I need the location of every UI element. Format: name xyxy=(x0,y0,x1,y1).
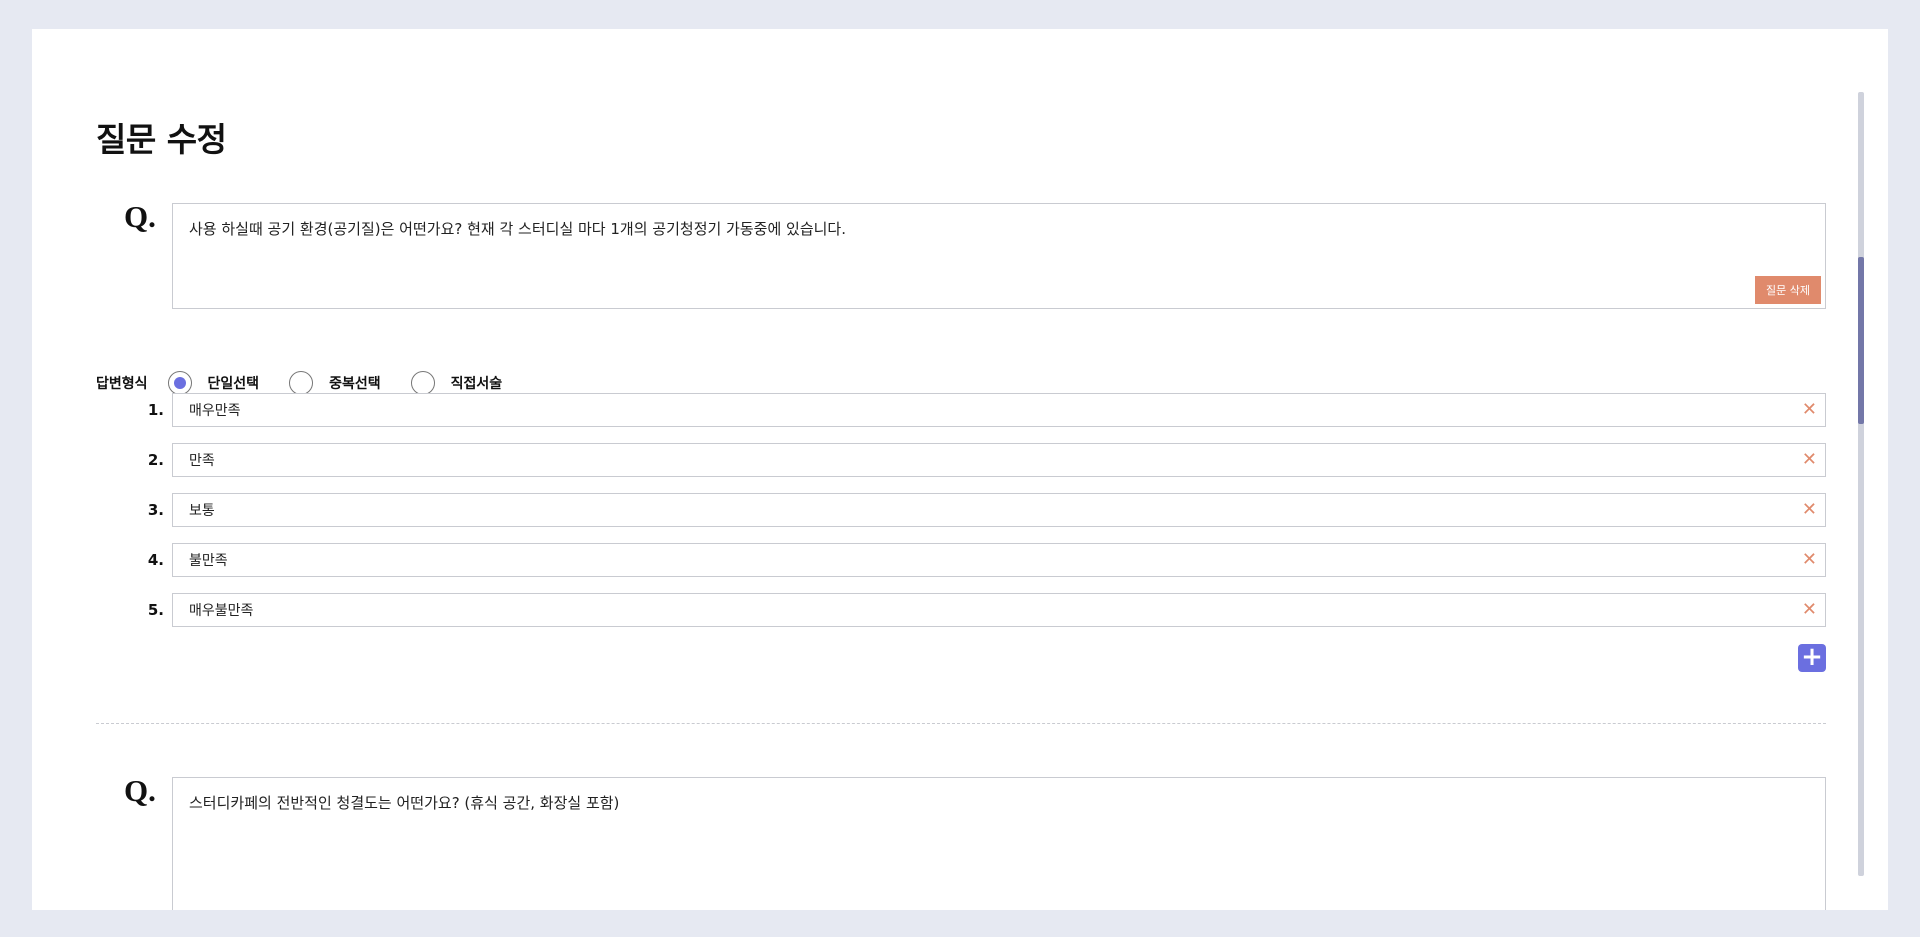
question-mark: Q. xyxy=(124,199,156,234)
option-row: 1. 매우만족 ✕ xyxy=(132,393,1826,427)
radio-multiple-choice[interactable]: 중복선택 xyxy=(289,371,381,395)
option-value: 만족 xyxy=(189,453,215,469)
option-value: 불만족 xyxy=(189,553,228,569)
option-row: 3. 보통 ✕ xyxy=(132,493,1826,527)
radio-single-choice-circle[interactable] xyxy=(167,371,192,395)
radio-single-choice[interactable]: 단일선택 xyxy=(167,371,260,395)
option-input[interactable]: 만족 ✕ xyxy=(172,443,1826,477)
answer-type-label: 답변형식 xyxy=(96,376,148,392)
remove-option-icon[interactable]: ✕ xyxy=(1802,450,1817,470)
radio-single-choice-label: 단일선택 xyxy=(207,376,260,392)
option-number: 2. xyxy=(147,451,164,469)
option-number: 5. xyxy=(147,601,164,619)
delete-question-button[interactable]: 질문 삭제 xyxy=(1755,276,1821,304)
option-input[interactable]: 매우불만족 ✕ xyxy=(172,593,1826,627)
option-input[interactable]: 보통 ✕ xyxy=(172,493,1826,527)
add-option-button[interactable]: + xyxy=(1798,644,1826,672)
option-number: 1. xyxy=(147,401,164,419)
option-value: 보통 xyxy=(189,503,215,519)
scrollbar-thumb[interactable] xyxy=(1858,257,1864,424)
option-number: 3. xyxy=(147,501,164,519)
radio-free-text-circle[interactable] xyxy=(410,371,435,395)
option-value: 매우만족 xyxy=(189,403,241,419)
question-divider xyxy=(96,723,1826,724)
radio-free-text[interactable]: 직접서술 xyxy=(410,371,503,395)
question-text: 사용 하실때 공기 환경(공기질)은 어떤가요? 현재 각 스터디실 마다 1개… xyxy=(189,220,846,238)
edit-question-panel: 질문 수정 Q. 사용 하실때 공기 환경(공기질)은 어떤가요? 현재 각 스… xyxy=(32,29,1888,910)
remove-option-icon[interactable]: ✕ xyxy=(1802,600,1817,620)
question-mark: Q. xyxy=(124,773,156,808)
scrollbar[interactable] xyxy=(1858,92,1864,876)
question-text-field[interactable]: 사용 하실때 공기 환경(공기질)은 어떤가요? 현재 각 스터디실 마다 1개… xyxy=(172,203,1826,309)
option-number: 4. xyxy=(147,551,164,569)
radio-multiple-choice-circle[interactable] xyxy=(289,371,314,395)
question-text-field[interactable]: 스터디카페의 전반적인 청결도는 어떤가요? (휴식 공간, 화장실 포함) xyxy=(172,777,1826,910)
option-value: 매우불만족 xyxy=(189,603,254,619)
question-text: 스터디카페의 전반적인 청결도는 어떤가요? (휴식 공간, 화장실 포함) xyxy=(189,794,620,812)
radio-multiple-choice-label: 중복선택 xyxy=(329,376,381,392)
option-row: 4. 불만족 ✕ xyxy=(132,543,1826,577)
option-row: 2. 만족 ✕ xyxy=(132,443,1826,477)
page-title: 질문 수정 xyxy=(96,120,227,159)
remove-option-icon[interactable]: ✕ xyxy=(1802,400,1817,420)
option-input[interactable]: 매우만족 ✕ xyxy=(172,393,1826,427)
remove-option-icon[interactable]: ✕ xyxy=(1802,550,1817,570)
radio-free-text-label: 직접서술 xyxy=(450,376,503,392)
remove-option-icon[interactable]: ✕ xyxy=(1802,500,1817,520)
option-input[interactable]: 불만족 ✕ xyxy=(172,543,1826,577)
option-row: 5. 매우불만족 ✕ xyxy=(132,593,1826,627)
